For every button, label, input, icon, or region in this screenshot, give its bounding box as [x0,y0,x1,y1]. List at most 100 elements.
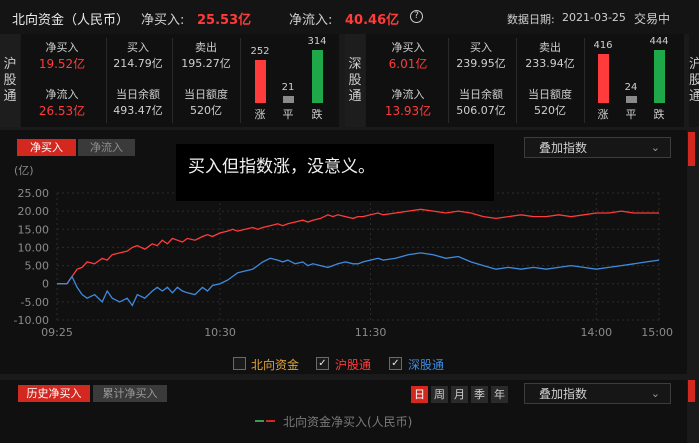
check-icon: ✓ [391,358,400,369]
sz-buy-value: 239.95亿 [456,57,506,70]
sh-flat-bar [283,96,294,103]
sz-connect-label: 深 股 通 [345,34,365,127]
divider [172,38,173,123]
tab-net-inflow[interactable]: 净流入 [78,139,135,156]
sh-down-count: 314 [307,36,327,47]
history-legend-swatch [255,420,275,422]
date-value: 2021-03-25 [562,11,626,24]
period-year[interactable]: 年 [491,386,508,403]
legend-checkbox-north[interactable] [233,357,246,370]
sz-net-buy-value: 6.01亿 [388,57,428,71]
sz-up-count: 416 [593,40,613,51]
sh-balance-value: 493.47亿 [113,104,163,117]
sh-up-count: 252 [250,46,270,57]
side-label-char: 沪 [689,56,699,72]
sh-down-bar [312,50,323,103]
sz-down-count: 444 [649,36,669,47]
sz-net-inflow-label: 净流入 [391,88,425,101]
history-legend-label: 北向资金净买入(人民币) [283,415,413,429]
period-week[interactable]: 周 [431,386,448,403]
sh-up-bar [255,60,266,103]
side-label-char: 通 [689,88,699,104]
sz-sell: 卖出 233.94亿 [518,39,582,71]
legend-north[interactable]: 北向资金 [251,356,299,373]
sh-net-buy-value: 19.52亿 [38,57,86,71]
sz-flat-label: 平 [625,108,637,121]
annotation-text: 买入但指数涨，没意义。 [188,157,375,177]
header-bar: 北向资金（人民币） 净买入: 25.53亿 净流入: 40.46亿 ? 数据日期… [0,0,699,34]
period-day[interactable]: 日 [411,386,428,403]
x-tick-label: 09:25 [41,326,73,339]
sz-balance-value: 506.07亿 [456,104,506,117]
sz-net-inflow-value: 13.93亿 [384,104,432,118]
divider [584,38,585,123]
sz-buy-label: 买入 [470,41,492,54]
divider [516,38,517,123]
sz-quota-value: 520亿 [534,104,566,117]
legend-checkbox-sz[interactable]: ✓ [389,357,402,370]
sz-label-char: 通 [348,88,362,104]
sh-flat-label: 平 [282,108,294,121]
sh-balance: 当日余额 493.47亿 [106,86,170,118]
y-tick-label: 15.00 [18,223,50,236]
help-icon[interactable]: ? [410,10,423,23]
series-line-sh [57,208,659,285]
y-tick-label: 20.00 [18,205,50,218]
sz-balance-label: 当日余额 [459,88,503,101]
sh-down-label: 跌 [311,108,323,121]
y-unit-label: (亿) [14,164,34,177]
sz-sell-value: 233.94亿 [525,57,575,70]
sz-balance: 当日余额 506.07亿 [449,86,513,118]
tab-history-net-buy[interactable]: 历史净买入 [18,385,90,402]
y-tick-label: 10.00 [18,241,50,254]
sh-up-label: 涨 [254,108,266,121]
net-inflow-value: 40.46亿 [345,13,400,28]
check-icon: ✓ [318,358,327,369]
y-tick-label: 25.00 [18,187,50,200]
sh-sell-label: 卖出 [195,41,217,54]
sh-net-buy: 净买入 19.52亿 [30,39,94,71]
sh-buy-label: 买入 [127,41,149,54]
sh-label-char: 沪 [3,56,17,72]
legend-checkbox-sh[interactable]: ✓ [316,357,329,370]
sh-buy-value: 214.79亿 [113,57,163,70]
y-tick-label: -5.00 [21,296,49,309]
sz-net-buy: 净买入 6.01亿 [376,39,440,71]
sh-balance-label: 当日余额 [116,88,160,101]
sh-connect-label: 沪 股 通 [0,34,20,127]
sz-label-char: 股 [348,72,362,88]
y-tick-label: 5.00 [25,260,50,273]
period-month[interactable]: 月 [451,386,468,403]
date-label: 数据日期: [507,13,555,26]
sh-label-char: 股 [3,72,17,88]
sh-quota-label: 当日额度 [184,88,228,101]
sz-up-bar [598,54,609,103]
x-tick-label: 15:00 [641,326,673,339]
net-inflow-label: 净流入: [289,13,333,28]
sz-buy: 买入 239.95亿 [449,39,513,71]
sh-net-inflow: 净流入 26.53亿 [30,86,94,118]
tab-net-buy[interactable]: 净买入 [17,139,76,156]
overlay-index-label: 叠加指数 [539,141,588,155]
chevron-down-icon: ⌄ [650,141,660,154]
sz-down-label: 跌 [653,108,665,121]
sz-up-label: 涨 [597,108,609,121]
sh-sell: 卖出 195.27亿 [174,39,238,71]
sz-net-buy-label: 净买入 [391,41,425,54]
legend-sh[interactable]: 沪股通 [335,356,371,373]
net-buy-value: 25.53亿 [197,13,252,28]
sz-quota: 当日额度 520亿 [518,86,582,118]
overlay-index-dropdown[interactable]: 叠加指数 ⌄ [524,137,671,158]
history-overlay-dropdown[interactable]: 叠加指数 ⌄ [524,383,671,404]
page-title: 北向资金（人民币） [12,13,130,28]
period-quarter[interactable]: 季 [471,386,488,403]
panel-accent [688,380,695,402]
sh-net-inflow-label: 净流入 [45,88,79,101]
tab-cumulative-net-buy[interactable]: 累计净买入 [93,385,167,402]
side-panel-edge: 沪 股 通 [689,34,699,127]
sh-quota-value: 520亿 [190,104,222,117]
legend-sz[interactable]: 深股通 [408,356,444,373]
x-tick-label: 14:00 [580,326,612,339]
history-overlay-label: 叠加指数 [539,387,588,401]
sh-sell-value: 195.27亿 [181,57,231,70]
